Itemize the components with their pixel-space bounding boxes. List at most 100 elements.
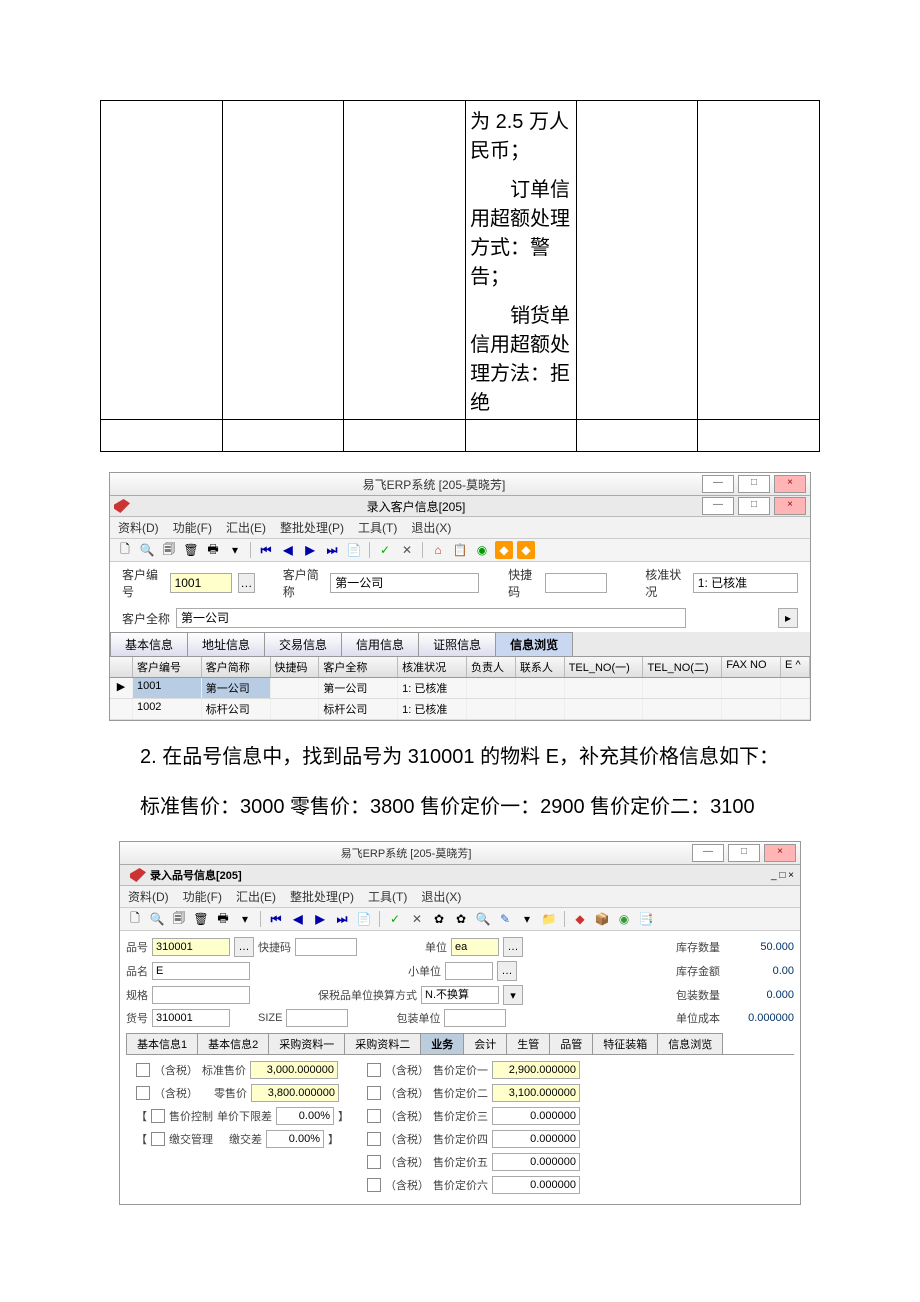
tab-qc[interactable]: 品管 <box>549 1033 593 1054</box>
submit-checkbox[interactable] <box>151 1132 165 1146</box>
tab-basic[interactable]: 基本信息 <box>110 632 188 656</box>
tool2-icon[interactable]: ✿ <box>452 910 470 928</box>
tab-basic1[interactable]: 基本信息1 <box>126 1033 198 1054</box>
cancel-icon[interactable]: ✕ <box>398 541 416 559</box>
extra3-icon[interactable]: ◉ <box>615 910 633 928</box>
tab-po1[interactable]: 采购资料一 <box>268 1033 345 1054</box>
size-input[interactable] <box>286 1009 348 1027</box>
grid-row[interactable]: ▶ 1001 第一公司 第一公司 1: 已核准 <box>110 678 810 699</box>
tax-checkbox[interactable] <box>367 1155 381 1169</box>
home-icon[interactable]: ⌂ <box>429 541 447 559</box>
small-unit-input[interactable] <box>445 962 493 980</box>
fp4-input[interactable]: 0.000000 <box>492 1130 580 1148</box>
cancel-icon[interactable]: ✕ <box>408 910 426 928</box>
fp2-input[interactable]: 3,100.000000 <box>492 1084 580 1102</box>
fp5-input[interactable]: 0.000000 <box>492 1153 580 1171</box>
menu-func[interactable]: 功能(F) <box>173 519 212 536</box>
unit-lookup[interactable]: … <box>503 937 523 957</box>
tool1-icon[interactable]: ✿ <box>430 910 448 928</box>
ctrl-checkbox[interactable] <box>151 1109 165 1123</box>
copy-icon[interactable]: 📋 <box>451 541 469 559</box>
cust-full-input[interactable]: 第一公司 <box>176 608 686 628</box>
tool3-icon[interactable]: 🔍 <box>474 910 492 928</box>
minimize-button[interactable]: — <box>702 475 734 493</box>
tool4-icon[interactable]: ✎ <box>496 910 514 928</box>
last-icon[interactable]: ⏭ <box>323 541 341 559</box>
sub-maximize-button[interactable]: □ <box>738 497 770 515</box>
lot-input[interactable]: 310001 <box>152 1009 230 1027</box>
tax-checkbox[interactable] <box>136 1086 150 1100</box>
search-doc-icon[interactable]: 🗐 <box>170 910 188 928</box>
dropdown-icon[interactable]: ▾ <box>236 910 254 928</box>
tab-license[interactable]: 证照信息 <box>418 632 496 656</box>
menu-data[interactable]: 资料(D) <box>118 519 159 536</box>
spec-input[interactable] <box>152 986 250 1004</box>
menu-tool[interactable]: 工具(T) <box>368 888 407 905</box>
std-price-input[interactable]: 3,000.000000 <box>250 1061 338 1079</box>
first-icon[interactable]: ⏮ <box>267 910 285 928</box>
quick-code-input[interactable] <box>545 573 607 593</box>
sub-winbtns[interactable]: _ □ × <box>771 870 800 881</box>
stamp-icon[interactable]: ◉ <box>473 541 491 559</box>
unit-input[interactable]: ea <box>451 938 499 956</box>
menu-batch[interactable]: 整批处理(P) <box>290 888 354 905</box>
maximize-button[interactable]: □ <box>728 844 760 862</box>
menu-export[interactable]: 汇出(E) <box>236 888 276 905</box>
new-icon[interactable]: 🗋 <box>126 910 144 928</box>
print-icon[interactable]: 🖶 <box>214 910 232 928</box>
close-button[interactable]: × <box>774 475 806 493</box>
menu-export[interactable]: 汇出(E) <box>226 519 266 536</box>
maximize-button[interactable]: □ <box>738 475 770 493</box>
extra4-icon[interactable]: 📑 <box>637 910 655 928</box>
delete-icon[interactable]: 🗑 <box>192 910 210 928</box>
status-input[interactable]: 1: 已核准 <box>693 573 798 593</box>
submit-input[interactable]: 0.00% <box>266 1130 324 1148</box>
cust-short-input[interactable]: 第一公司 <box>330 573 479 593</box>
next-icon[interactable]: ▶ <box>311 910 329 928</box>
action2-icon[interactable]: ◆ <box>517 541 535 559</box>
tax-checkbox[interactable] <box>136 1063 150 1077</box>
search-doc-icon[interactable]: 🗐 <box>160 541 178 559</box>
sub-close-button[interactable]: × <box>774 497 806 515</box>
open-icon[interactable]: 🔍 <box>148 910 166 928</box>
tab-prod[interactable]: 生管 <box>506 1033 550 1054</box>
action1-icon[interactable]: ◆ <box>495 541 513 559</box>
tab-browse[interactable]: 信息浏览 <box>495 632 573 656</box>
tab-biz[interactable]: 业务 <box>420 1033 464 1054</box>
menu-batch[interactable]: 整批处理(P) <box>280 519 344 536</box>
pack-calc-select[interactable]: N.不换算 <box>421 986 499 1004</box>
fp6-input[interactable]: 0.000000 <box>492 1176 580 1194</box>
grid-row[interactable]: 1002 标杆公司 标杆公司 1: 已核准 <box>110 699 810 720</box>
menu-exit[interactable]: 退出(X) <box>411 519 451 536</box>
menu-data[interactable]: 资料(D) <box>128 888 169 905</box>
lookup-button[interactable]: … <box>234 937 254 957</box>
extra2-icon[interactable]: 📦 <box>593 910 611 928</box>
last-icon[interactable]: ⏭ <box>333 910 351 928</box>
fp3-input[interactable]: 0.000000 <box>492 1107 580 1125</box>
sub-minimize-button[interactable]: — <box>702 497 734 515</box>
print-icon[interactable]: 🖶 <box>204 541 222 559</box>
lookup-button[interactable]: … <box>238 573 256 593</box>
delete-icon[interactable]: 🗑 <box>182 541 200 559</box>
quick-input[interactable] <box>295 938 357 956</box>
prev-icon[interactable]: ◀ <box>289 910 307 928</box>
name-input[interactable]: E <box>152 962 250 980</box>
expand-button[interactable]: ▸ <box>778 608 798 628</box>
tab-po2[interactable]: 采购资料二 <box>344 1033 421 1054</box>
new-icon[interactable]: 🗋 <box>116 541 134 559</box>
retail-input[interactable]: 3,800.000000 <box>251 1084 339 1102</box>
cust-no-input[interactable]: 1001 <box>170 573 232 593</box>
minimize-button[interactable]: — <box>692 844 724 862</box>
folder-icon[interactable]: 📁 <box>540 910 558 928</box>
close-button[interactable]: × <box>764 844 796 862</box>
price-ctrl-input[interactable]: 0.00% <box>276 1107 334 1125</box>
next-icon[interactable]: ▶ <box>301 541 319 559</box>
tax-checkbox[interactable] <box>367 1063 381 1077</box>
pack-unit-input[interactable] <box>444 1009 506 1027</box>
menu-func[interactable]: 功能(F) <box>183 888 222 905</box>
tax-checkbox[interactable] <box>367 1109 381 1123</box>
menu-exit[interactable]: 退出(X) <box>421 888 461 905</box>
open-icon[interactable]: 🔍 <box>138 541 156 559</box>
dropdown-button[interactable]: ▾ <box>503 985 523 1005</box>
tab-basic2[interactable]: 基本信息2 <box>197 1033 269 1054</box>
